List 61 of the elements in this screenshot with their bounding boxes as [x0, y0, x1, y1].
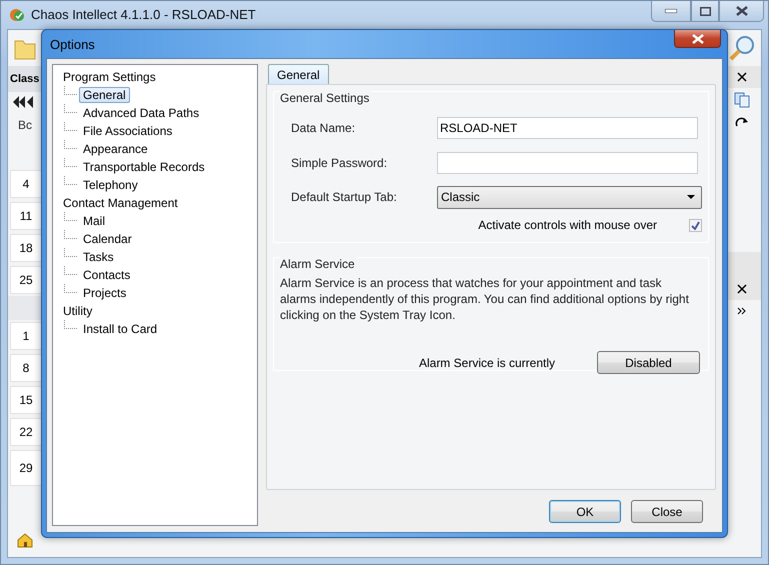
date-cell[interactable]: 29 [10, 450, 42, 486]
tree-item[interactable]: Program Settings [59, 69, 160, 85]
text-field[interactable]: RSLOAD-NET [437, 117, 698, 140]
date-cell[interactable]: 18 [10, 234, 42, 262]
tree-item[interactable]: Telephony [79, 177, 142, 193]
tree-item[interactable]: Tasks [79, 249, 118, 265]
date-cell[interactable]: 1 [10, 322, 42, 350]
dropdown[interactable]: Classic [437, 186, 702, 209]
maximize-button[interactable] [691, 1, 719, 22]
search-icon[interactable] [729, 35, 755, 61]
date-cell[interactable]: 15 [10, 386, 42, 414]
tree-item[interactable]: Mail [79, 213, 110, 229]
window-title: Chaos Intellect 4.1.1.0 - RSLOAD-NET [31, 7, 256, 22]
field-label: Data Name: [291, 121, 356, 136]
close-icon[interactable] [737, 72, 747, 82]
minimize-icon [665, 9, 677, 13]
date-cell[interactable]: 4 [10, 170, 42, 198]
dialog-title: Options [50, 36, 95, 52]
tree-item[interactable]: Calendar [79, 231, 136, 247]
close-icon [736, 6, 748, 16]
column-header: Class [10, 73, 40, 85]
copy-icon[interactable] [734, 92, 750, 108]
tree-item[interactable]: Contacts [79, 267, 134, 283]
date-cell[interactable]: 11 [10, 202, 42, 230]
tree-item[interactable]: Projects [79, 285, 130, 301]
date-cell[interactable]: 25 [10, 266, 42, 294]
maximize-icon [700, 6, 710, 16]
tree-item[interactable]: File Associations [79, 123, 176, 139]
description-text: Alarm Service is an process that watches for your appointment and task alarms independently of this program. You can find additional options by right clicking on the System Tray Icon. [280, 275, 690, 323]
date-cell[interactable]: 8 [10, 354, 42, 382]
app-logo-icon [9, 7, 25, 23]
checkbox-label: Activate controls with mouse over [478, 218, 657, 232]
minimize-button[interactable] [651, 1, 691, 22]
caret-icon [687, 194, 695, 200]
row-label: Bc [18, 118, 32, 132]
tree-item[interactable]: Contact Management [59, 195, 182, 211]
date-cell[interactable]: 22 [10, 418, 42, 446]
close-button[interactable] [719, 1, 764, 22]
tree-item[interactable]: Utility [59, 303, 96, 319]
field-label: Default Startup Tab: [291, 190, 398, 204]
dialog-button[interactable]: Close [631, 500, 703, 523]
dialog-button[interactable]: OK [549, 500, 621, 523]
text-field[interactable] [437, 152, 698, 174]
tree-item[interactable]: Install to Card [79, 321, 162, 337]
close-icon [690, 34, 704, 44]
group-title: Alarm Service [280, 257, 357, 271]
checkbox[interactable] [689, 218, 702, 232]
tree-item[interactable]: Appearance [79, 141, 152, 157]
tree-item[interactable]: General [79, 87, 130, 103]
chevron-icon[interactable] [737, 307, 747, 315]
close-button[interactable] [674, 30, 721, 48]
status-label: Alarm Service is currently [418, 356, 555, 370]
field-label: Simple Password: [291, 156, 388, 170]
close-icon[interactable] [737, 284, 747, 294]
tab[interactable]: General [268, 64, 329, 84]
tree-item[interactable]: Advanced Data Paths [79, 105, 204, 121]
group-title: General Settings [280, 91, 372, 105]
redo-icon[interactable] [735, 117, 749, 129]
house-icon[interactable] [16, 532, 34, 548]
tree-item[interactable]: Transportable Records [79, 159, 209, 175]
status-button[interactable]: Disabled [597, 351, 700, 374]
